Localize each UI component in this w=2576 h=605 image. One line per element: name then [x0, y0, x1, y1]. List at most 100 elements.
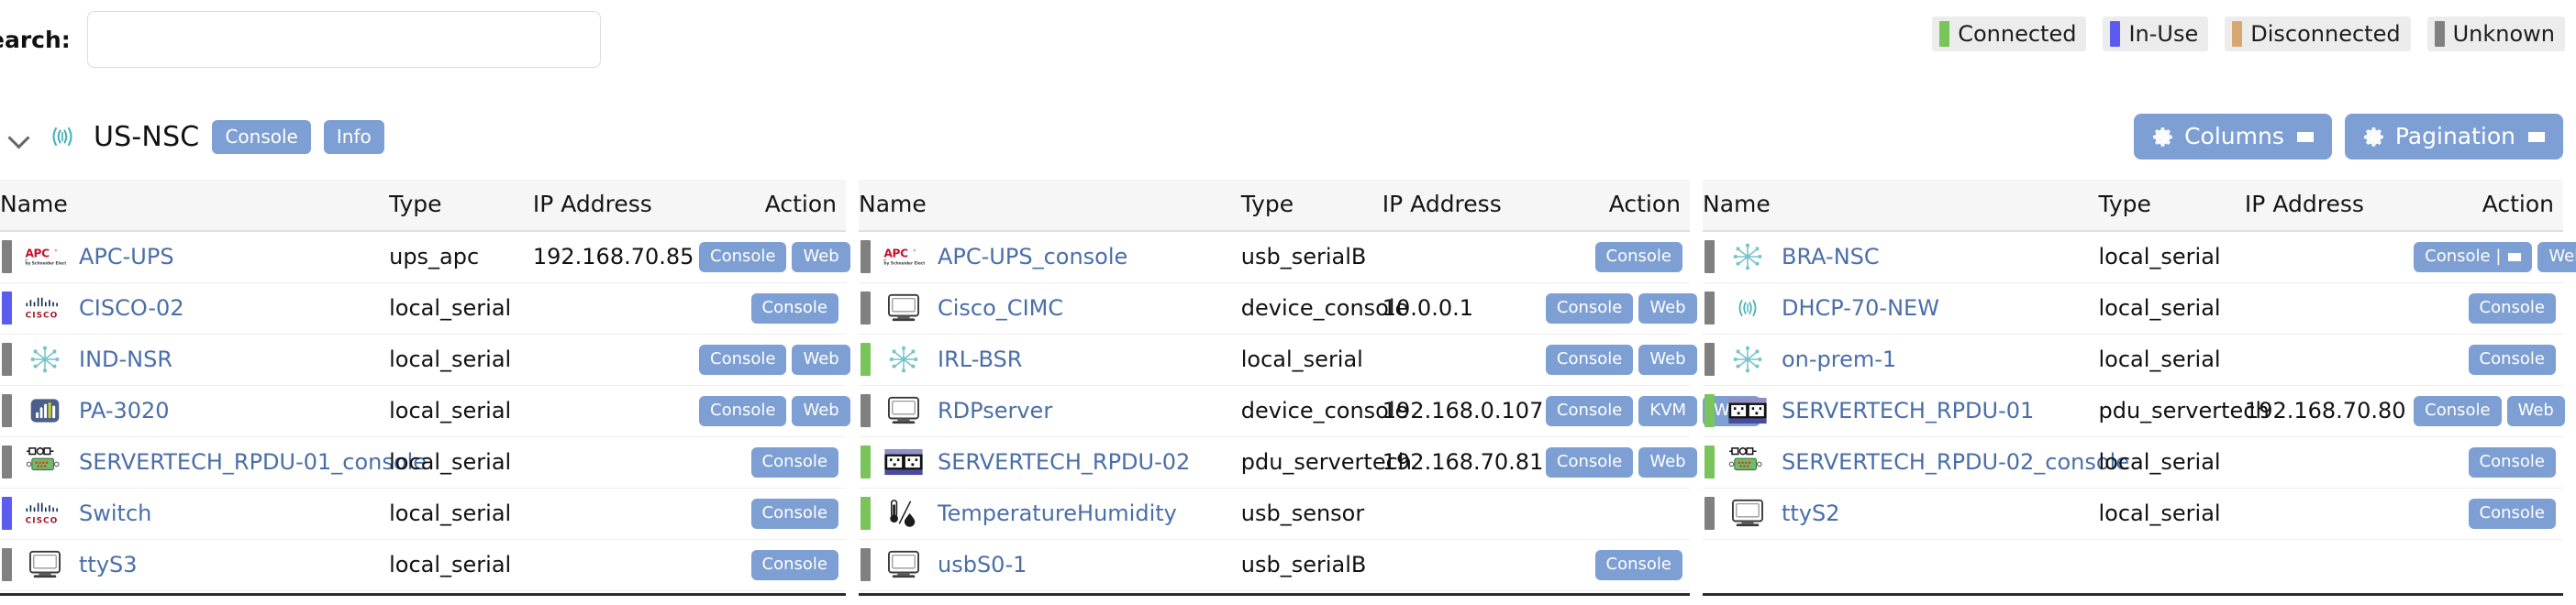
device-name-link[interactable]: IND-NSR	[79, 346, 172, 372]
device-name-link[interactable]: SERVERTECH_RPDU-01_console	[79, 449, 427, 475]
kvm-button[interactable]: KVM	[1638, 396, 1698, 426]
web-button[interactable]: Web	[792, 242, 850, 273]
device-name-link[interactable]: Cisco_CIMC	[938, 295, 1063, 321]
web-button[interactable]: Web	[1638, 293, 1697, 324]
web-button[interactable]: Web	[2506, 396, 2565, 426]
console-button[interactable]: Console	[750, 550, 838, 580]
device-name-link[interactable]: usbS0-1	[938, 552, 1027, 578]
console-button[interactable]: Console	[750, 499, 838, 529]
console-button[interactable]: Console	[699, 345, 787, 375]
device-name-link[interactable]: BRA-NSC	[1782, 244, 1880, 270]
cell-ip-address	[1382, 488, 1540, 540]
console-button[interactable]: Console	[699, 396, 787, 426]
table-row: RDPserver device_console 192.168.0.107 Cons…	[859, 385, 1761, 437]
monitor-icon	[1727, 497, 1769, 530]
console-button[interactable]: Console	[1594, 242, 1682, 273]
status-bar-unknown	[1704, 240, 1715, 274]
console-split-button[interactable]: Console |	[2414, 242, 2533, 273]
console-button[interactable]: Console	[699, 242, 787, 273]
group-console-button[interactable]: Console	[212, 119, 311, 154]
table-bottom-border	[1703, 593, 2563, 596]
device-name-link[interactable]: CISCO-02	[79, 295, 184, 321]
device-name-link[interactable]: SERVERTECH_RPDU-01	[1782, 398, 2034, 424]
column-header-action[interactable]: Action	[1539, 180, 1690, 232]
column-header-ip-address[interactable]: IP Address	[532, 180, 694, 232]
cell-action: ConsoleKVMWeb	[1539, 385, 1761, 437]
monitor-icon	[883, 292, 925, 324]
cell-action: Console Web	[694, 231, 850, 283]
device-table: Name Type IP Address Action BRA-NSC local_ser…	[1703, 180, 2576, 540]
table-row: on-prem-1 local_serial Console	[1703, 334, 2563, 386]
chevron-down-icon[interactable]	[7, 125, 31, 148]
cell-name: IRL-BSR	[859, 334, 1241, 386]
device-name-link[interactable]: Switch	[79, 500, 151, 526]
status-bar-unknown	[1704, 497, 1715, 530]
console-button[interactable]: Console	[2468, 345, 2556, 375]
device-name-link[interactable]: SERVERTECH_RPDU-02_console	[1782, 449, 2129, 475]
console-button[interactable]: Console	[1545, 396, 1634, 426]
status-swatch-icon	[1939, 21, 1950, 47]
table-row: BRA-NSC local_serial Console | Web	[1703, 231, 2576, 283]
table-header-row: Name Type IP Address Action	[0, 180, 846, 232]
device-name-link[interactable]: ttyS2	[1782, 500, 1840, 526]
status-bar-unknown	[861, 240, 871, 274]
cell-action: Console	[694, 539, 846, 591]
device-name-link[interactable]: RDPserver	[938, 398, 1052, 424]
column-header-name[interactable]: Name	[1703, 180, 2099, 232]
console-button[interactable]: Console	[1594, 550, 1682, 580]
column-header-name[interactable]: Name	[0, 180, 390, 232]
console-button[interactable]: Console	[750, 293, 838, 324]
group-info-button[interactable]: Info	[323, 119, 384, 154]
column-header-type[interactable]: Type	[1240, 180, 1382, 232]
cell-name: usbS0-1	[859, 539, 1241, 591]
device-name-link[interactable]: TemperatureHumidity	[938, 500, 1177, 526]
device-table-3: Name Type IP Address Action BRA-NSC local_ser…	[1703, 180, 2576, 596]
svg-text:CISCO: CISCO	[26, 312, 59, 321]
column-header-ip-address[interactable]: IP Address	[2244, 180, 2409, 232]
console-button[interactable]: Console	[1545, 293, 1634, 324]
legend-item: Unknown	[2426, 16, 2565, 51]
cell-ip-address: 192.168.0.107	[1382, 385, 1543, 437]
cell-ip-address	[2244, 334, 2409, 386]
console-button[interactable]: Console	[2414, 396, 2502, 426]
columns-button[interactable]: Columns	[2134, 113, 2332, 160]
search-area: Search:	[0, 11, 601, 68]
console-button[interactable]: Console	[2468, 293, 2556, 324]
column-header-action[interactable]: Action	[2408, 180, 2563, 232]
search-input[interactable]	[86, 11, 601, 68]
status-bar-connected	[861, 497, 871, 530]
console-button[interactable]: Console	[1545, 345, 1634, 375]
column-header-type[interactable]: Type	[2098, 180, 2245, 232]
device-name-link[interactable]: APC-UPS	[79, 244, 174, 270]
column-header-type[interactable]: Type	[389, 180, 533, 232]
console-button[interactable]: Console	[1545, 447, 1634, 478]
device-name-link[interactable]: PA-3020	[79, 398, 170, 424]
cell-type: device_console	[1240, 282, 1408, 335]
device-name-link[interactable]: ttyS3	[79, 552, 138, 578]
web-button[interactable]: Web	[792, 396, 850, 426]
column-header-action[interactable]: Action	[694, 180, 846, 232]
console-button[interactable]: Console	[2468, 499, 2556, 529]
device-name-link[interactable]: DHCP-70-NEW	[1782, 295, 1939, 321]
web-button[interactable]: Web	[1638, 345, 1697, 375]
status-bar-unknown	[1704, 343, 1715, 376]
console-button[interactable]: Console	[750, 447, 838, 478]
column-header-ip-address[interactable]: IP Address	[1382, 180, 1540, 232]
web-button[interactable]: Web	[2537, 242, 2576, 273]
console-button[interactable]: Console	[2468, 447, 2556, 478]
web-button[interactable]: Web	[792, 345, 850, 375]
device-name-link[interactable]: APC-UPS_console	[938, 244, 1127, 270]
cell-name: SERVERTECH_RPDU-02	[859, 436, 1241, 489]
cell-name: ttyS3	[0, 539, 390, 591]
pagination-button[interactable]: Pagination	[2344, 113, 2563, 160]
device-name-link[interactable]: SERVERTECH_RPDU-02	[938, 449, 1190, 475]
device-table: Name Type IP Address Action APC ® by Schneider…	[859, 180, 1761, 591]
serial-console-icon	[24, 446, 66, 478]
column-header-name[interactable]: Name	[859, 180, 1241, 232]
device-name-link[interactable]: IRL-BSR	[938, 346, 1022, 372]
group-title: US-NSC	[94, 120, 200, 153]
serial-console-icon	[1727, 446, 1769, 478]
device-name-link[interactable]: on-prem-1	[1782, 346, 1896, 372]
web-button[interactable]: Web	[1638, 447, 1697, 478]
console-button-label: Console |	[2425, 247, 2502, 267]
